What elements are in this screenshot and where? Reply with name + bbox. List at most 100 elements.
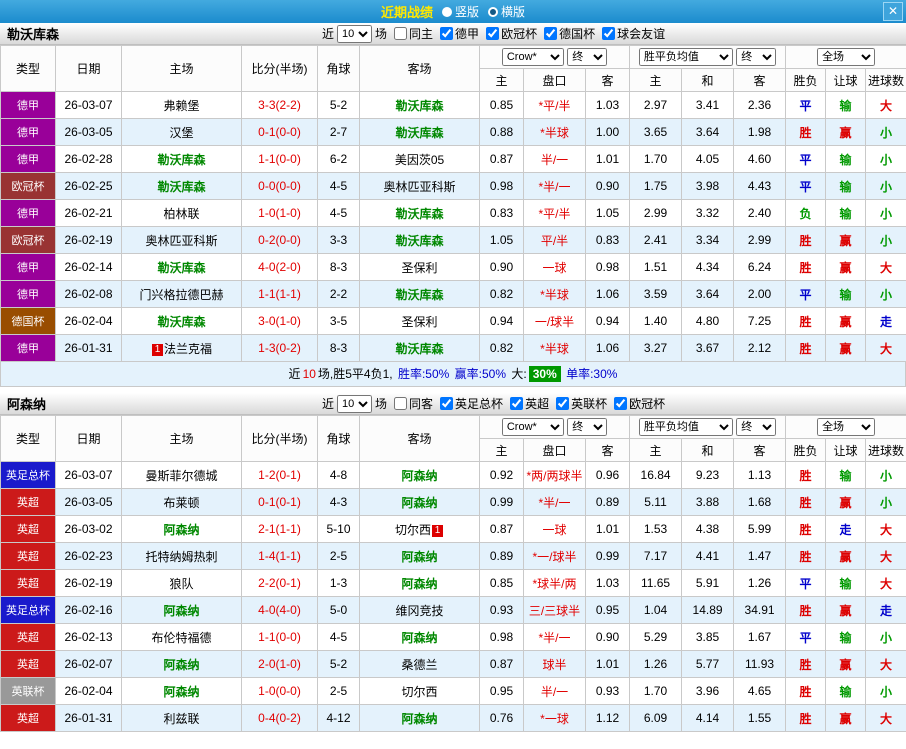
league-badge: 英超 [0,623,56,651]
close-button[interactable]: ✕ [883,2,903,21]
league-badge: 德甲 [0,199,56,227]
result-goals: 小 [865,118,906,146]
home-team-cell: 门兴格拉德巴赫 [121,280,242,308]
filter-checkbox-0[interactable]: 同主 [394,25,433,42]
odds-source-select[interactable]: Crow* [501,48,564,66]
red-card-badge: 1 [432,524,443,537]
checkbox-icon[interactable] [614,397,628,410]
scope-select[interactable]: 全场 [817,48,876,66]
col-header-handicap-result: 让球 [825,68,867,92]
col-header-type: 类型 [0,45,56,92]
handicap-line: 一/球半 [523,307,586,335]
result-goals: 小 [865,488,906,516]
league-badge: 德甲 [0,145,56,173]
match-date: 26-02-14 [55,253,122,281]
match-row: 德国杯 26-02-04 勒沃库森 3-0(1-0) 3-5 圣保利 0.94 一/球半 0.9… [0,307,906,335]
odds-state-select[interactable]: 终 [567,418,608,436]
home-team-cell: 布伦特福德 [121,623,242,651]
col-header-avg-home: 主 [629,438,683,462]
filter-checkbox-1[interactable]: 英足总杯 [440,395,503,412]
summary-big-label: 大: [511,367,527,381]
filter-checkbox-2[interactable]: 英超 [510,395,549,412]
team-name: 勒沃库森 [395,233,444,248]
titlebar: 近期战绩 竖版 横版 ✕ [0,0,906,23]
team-name: 法兰克福 [163,341,212,356]
radio-label: 竖版 [454,5,479,19]
result-wdl: 胜 [785,307,827,335]
checkbox-label: 英联杯 [571,397,608,411]
odds-group-header: Crow* 终 [478,415,631,439]
away-team-cell: 阿森纳 [359,488,480,516]
checkbox-icon[interactable] [440,27,454,40]
avg-state-select[interactable]: 终 [736,418,777,436]
league-badge: 德甲 [0,253,56,281]
avg-away-odds: 1.47 [733,542,787,570]
team-name: 圣保利 [401,314,438,329]
checkbox-icon[interactable] [556,397,570,410]
team-name: 阿森纳 [401,468,438,483]
home-team-cell: 阿森纳 [121,596,242,624]
avg-away-odds: 11.93 [733,650,787,678]
filter-checkbox-4[interactable]: 欧冠杯 [614,395,665,412]
avg-home-odds: 3.65 [629,118,683,146]
home-odds: 0.83 [479,199,524,227]
league-badge: 英超 [0,515,56,543]
filter-checkbox-4[interactable]: 球会友谊 [602,25,665,42]
checkbox-icon[interactable] [394,397,408,410]
filter-checkbox-0[interactable]: 同客 [394,395,433,412]
match-date: 26-03-07 [55,461,122,489]
away-odds: 0.83 [584,226,631,254]
recent-count-select[interactable]: 10 [337,394,373,413]
away-team-cell: 圣保利 [359,253,480,281]
result-wdl: 胜 [785,461,827,489]
scope-select[interactable]: 全场 [817,418,876,436]
league-badge: 德甲 [0,280,56,308]
results-table: 类型 日期 主场 比分(半场) 角球 客场 Crow* 终 胜平负均值 终 全场 [0,415,906,732]
corner-count: 4-3 [317,488,360,516]
recent-count-select[interactable]: 10 [337,24,373,43]
team-name: 切尔西 [401,684,438,699]
filter-checkbox-1[interactable]: 德甲 [440,25,479,42]
team-name: 勒沃库森 [157,314,206,329]
layout-option-vertical[interactable]: 竖版 [441,3,479,20]
checkbox-icon[interactable] [510,397,524,410]
match-row: 英超 26-02-23 托特纳姆热刺 1-4(1-1) 2-5 阿森纳 0.89 *一/球半 0… [0,542,906,570]
team-name: 阿森纳 [163,684,200,699]
checkbox-label: 英足总杯 [455,397,504,411]
result-wdl: 胜 [785,118,827,146]
corner-count: 4-12 [317,704,360,732]
avg-away-odds: 1.55 [733,704,787,732]
result-goals: 小 [865,461,906,489]
odds-source-select[interactable]: Crow* [501,418,564,436]
layout-option-horizontal[interactable]: 横版 [488,3,525,20]
checkbox-icon[interactable] [440,397,454,410]
col-header-corners: 角球 [317,45,360,92]
avg-away-odds: 2.12 [733,334,787,362]
col-header-avg-away: 客 [733,438,787,462]
result-wdl: 胜 [785,334,827,362]
checkbox-icon[interactable] [544,27,558,40]
checkbox-label: 德甲 [455,27,480,41]
checkbox-icon[interactable] [394,27,408,40]
team-name: 阿森纳 [163,522,200,537]
col-header-handicap: 盘口 [523,438,586,462]
checkbox-icon[interactable] [602,27,616,40]
avg-type-select[interactable]: 胜平负均值 [638,48,733,66]
avg-home-odds: 3.27 [629,334,683,362]
away-odds: 1.03 [584,91,631,119]
odds-state-select[interactable]: 终 [567,48,608,66]
filter-checkbox-3[interactable]: 英联杯 [556,395,607,412]
result-handicap: 赢 [825,596,867,624]
result-goals: 大 [865,704,906,732]
filter-checkbox-3[interactable]: 德国杯 [544,25,595,42]
avg-type-select[interactable]: 胜平负均值 [638,418,733,436]
avg-state-select[interactable]: 终 [736,48,777,66]
match-date: 26-02-19 [55,226,122,254]
match-row: 欧冠杯 26-02-25 勒沃库森 0-0(0-0) 4-5 奥林匹亚科斯 0.98 *半/一… [0,172,906,200]
team-name: 勒沃库森 [395,341,444,356]
filter-checkbox-2[interactable]: 欧冠杯 [486,25,537,42]
result-goals: 走 [865,307,906,335]
result-wdl: 平 [785,91,827,119]
avg-away-odds: 1.98 [733,118,787,146]
checkbox-icon[interactable] [486,27,500,40]
